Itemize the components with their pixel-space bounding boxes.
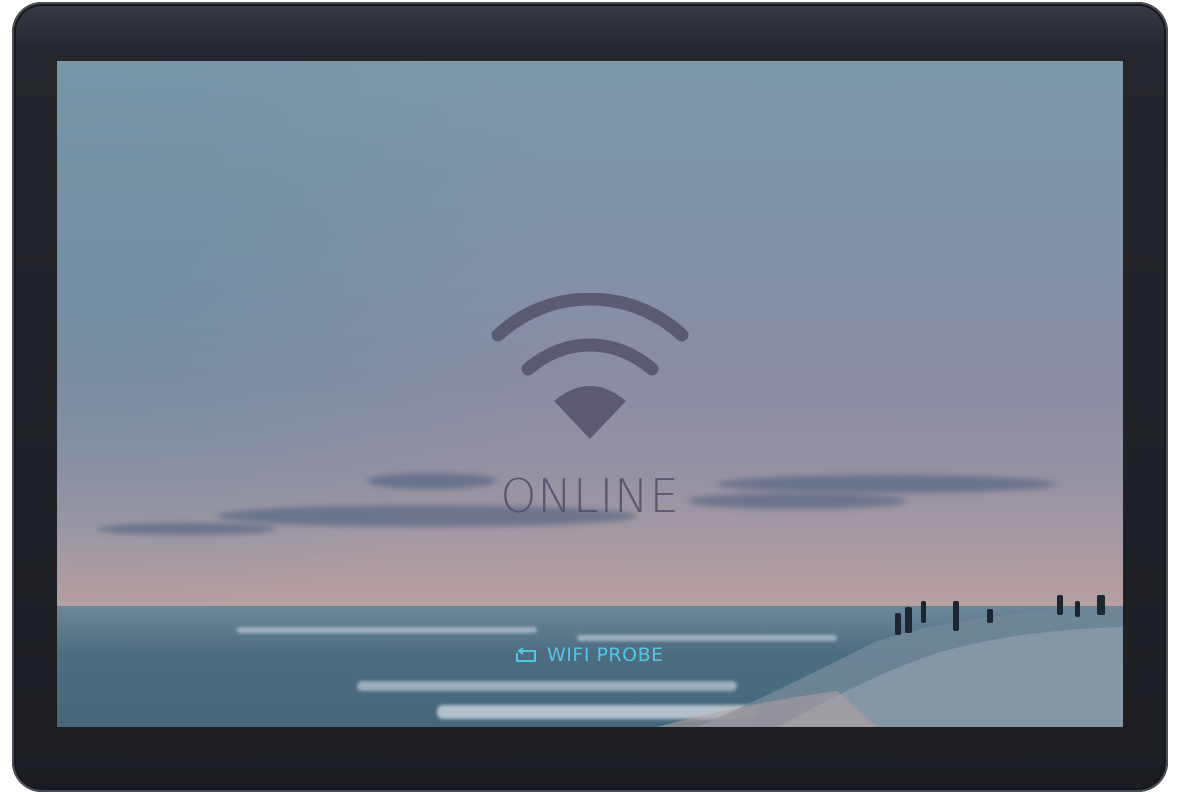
beach-people (1097, 595, 1105, 615)
beach-people (1057, 595, 1063, 615)
beach-people (1075, 601, 1080, 617)
beach-people (987, 609, 993, 623)
beach-people (921, 601, 926, 623)
wifi-probe-button[interactable]: WIFI PROBE (509, 641, 668, 669)
connection-status: ONLINE (57, 293, 1123, 523)
wifi-icon (491, 293, 689, 439)
status-label: ONLINE (500, 469, 680, 523)
screen: ONLINE WIFI PROBE (57, 61, 1123, 727)
wifi-probe-label: WIFI PROBE (547, 644, 664, 666)
beach-people (895, 613, 901, 635)
beach-people (953, 601, 959, 631)
refresh-icon (516, 647, 536, 662)
beach-people (905, 607, 912, 633)
